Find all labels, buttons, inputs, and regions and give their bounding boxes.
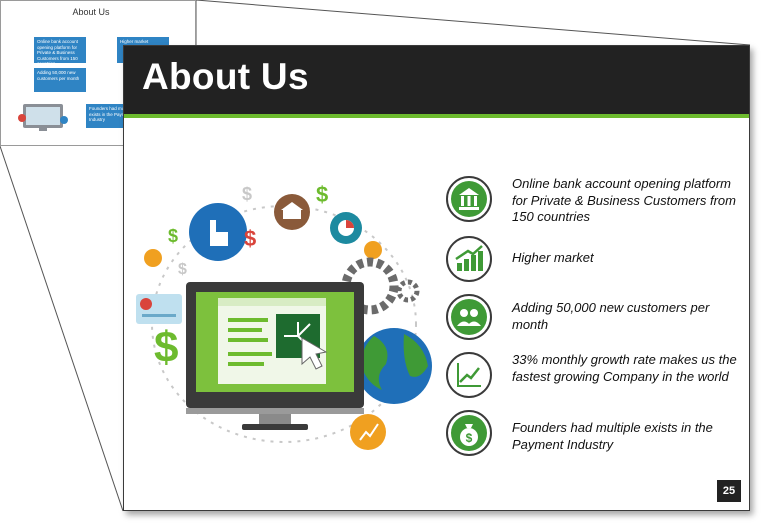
credit-card-icon [136,294,182,324]
dollar-icon: $ [244,226,256,251]
coin-icon [144,249,162,267]
feature-text: Higher market [512,250,594,265]
orange-chart-icon [350,414,386,450]
computer-monitor-image [186,282,364,430]
globe-icon [356,328,432,404]
bank-icon [446,176,492,222]
thumbnail-monitor-image [18,104,68,131]
dollar-icon: $ [178,261,187,278]
thumbnail-title: About Us [72,7,110,17]
feature-text: Online bank account opening platform for… [512,176,736,224]
growth-chart-icon [446,236,492,282]
touch-hand-icon [189,203,247,261]
coin-icon [364,241,382,259]
feature-item: Adding 50,000 new customers per month [446,294,746,346]
dollar-icon: $ [168,226,178,246]
pie-chart-icon [330,212,362,244]
svg-text:$: $ [466,431,473,445]
dollar-icon: $ [154,323,178,372]
line-chart-icon [446,352,492,398]
slide-title: About Us [142,56,309,97]
feature-text: 33% monthly growth rate makes us the fas… [512,352,737,384]
slide: About Us $ $ $ $ $ $ Online bank account… [123,45,750,511]
feature-item: Higher market [446,236,746,288]
dollar-icon: $ [316,182,328,207]
page-number: 25 [717,480,741,502]
feature-text: Founders had multiple exists in the Paym… [512,420,713,452]
bank-circle-icon [274,194,310,230]
feature-text: Adding 50,000 new customers per month [512,300,710,332]
feature-item: $ Founders had multiple exists in the Pa… [446,410,746,462]
dollar-icon: $ [242,184,252,204]
online-banking-illustration: $ $ $ $ $ $ [136,182,432,450]
slide-header: About Us [124,46,749,114]
thumbnail-item: Adding 50,000 new customers per month [34,68,86,92]
header-accent-line [124,114,749,118]
feature-item: 33% monthly growth rate makes us the fas… [446,352,746,404]
feature-item: Online bank account opening platform for… [446,176,746,228]
money-bag-icon: $ [446,410,492,456]
users-icon [446,294,492,340]
thumbnail-item: Online bank account opening platform for… [34,37,86,63]
